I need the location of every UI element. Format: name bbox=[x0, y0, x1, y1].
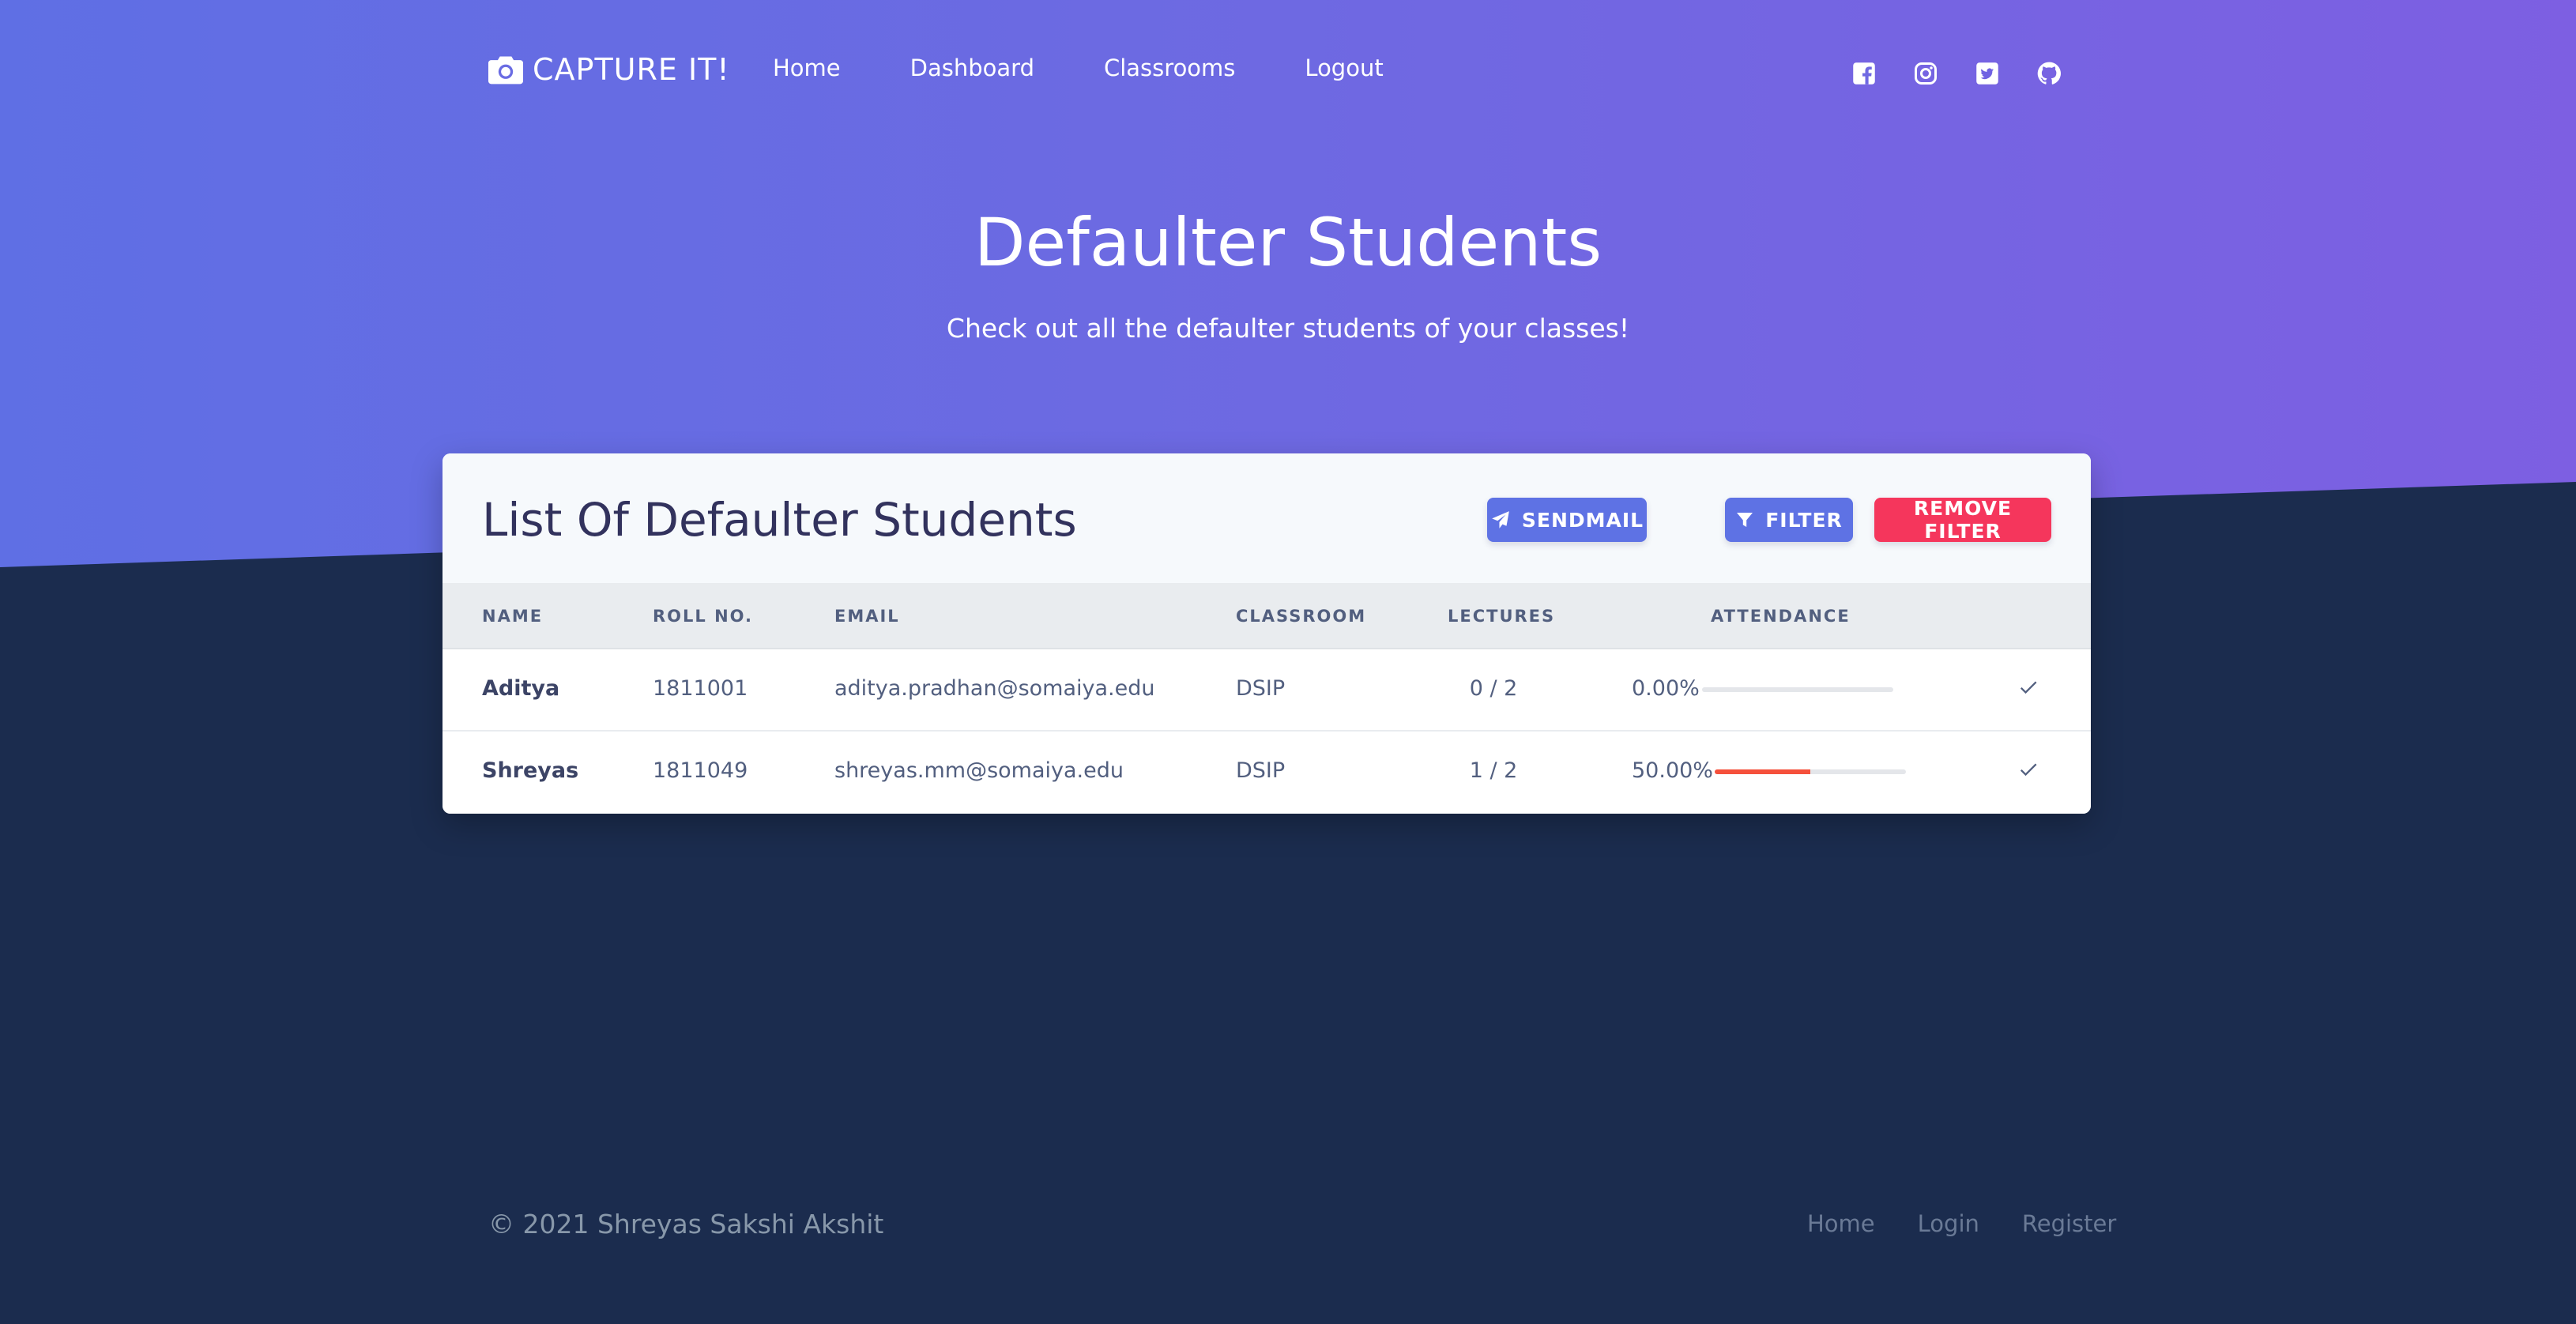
table-header: NAME ROLL NO. EMAIL CLASSROOM LECTURES A… bbox=[443, 585, 2091, 649]
remove-filter-label: REMOVE FILTER bbox=[1913, 497, 2013, 543]
student-email: shreyas.mm@somaiya.edu bbox=[834, 758, 1124, 783]
footer-link-register[interactable]: Register bbox=[2022, 1210, 2116, 1237]
page-subtitle: Check out all the defaulter students of … bbox=[946, 313, 1630, 344]
nav-links: Home Dashboard Classrooms Logout bbox=[773, 51, 1453, 85]
table-row: Shreyas 1811049 shreyas.mm@somaiya.edu D… bbox=[443, 732, 2091, 814]
remove-filter-button[interactable]: REMOVE FILTER bbox=[1874, 497, 2051, 543]
lectures-count: 0 / 2 bbox=[1469, 676, 1518, 701]
nav-logout[interactable]: Logout bbox=[1305, 51, 1383, 85]
check-icon[interactable] bbox=[2017, 676, 2039, 698]
navbar: CAPTURE IT! Home Dashboard Classrooms Lo… bbox=[0, 0, 2576, 142]
filter-button[interactable]: FILTER bbox=[1725, 498, 1853, 542]
defaulters-card: List Of Defaulter Students SENDMAIL FILT… bbox=[443, 453, 2091, 814]
sendmail-label: SENDMAIL bbox=[1521, 508, 1644, 532]
student-email: aditya.pradhan@somaiya.edu bbox=[834, 676, 1155, 701]
sendmail-button[interactable]: SENDMAIL bbox=[1487, 498, 1647, 542]
classroom: DSIP bbox=[1236, 676, 1286, 701]
footer-links: Home Login Register bbox=[1807, 1210, 2116, 1237]
classroom: DSIP bbox=[1236, 758, 1286, 783]
attendance-progress-fill bbox=[1715, 769, 1810, 774]
student-name: Aditya bbox=[482, 676, 560, 701]
footer-link-login[interactable]: Login bbox=[1918, 1210, 1979, 1237]
roll-number: 1811001 bbox=[653, 676, 748, 701]
nav-dashboard[interactable]: Dashboard bbox=[910, 51, 1034, 85]
github-icon[interactable] bbox=[2036, 60, 2062, 87]
paper-plane-icon bbox=[1492, 511, 1509, 528]
filter-label: FILTER bbox=[1765, 508, 1843, 532]
brand-name: CAPTURE IT! bbox=[533, 52, 730, 87]
nav-home[interactable]: Home bbox=[773, 51, 841, 85]
student-name: Shreyas bbox=[482, 758, 579, 783]
attendance-percent: 0.00% bbox=[1632, 676, 1700, 701]
lectures-count: 1 / 2 bbox=[1469, 758, 1518, 783]
check-icon[interactable] bbox=[2017, 758, 2039, 780]
attendance-percent: 50.00% bbox=[1632, 758, 1713, 783]
footer-link-home[interactable]: Home bbox=[1807, 1210, 1875, 1237]
column-header-attendance: ATTENDANCE bbox=[1711, 607, 1851, 626]
camera-icon bbox=[488, 56, 523, 85]
brand-link[interactable]: CAPTURE IT! bbox=[488, 49, 730, 90]
table-row: Aditya 1811001 aditya.pradhan@somaiya.ed… bbox=[443, 649, 2091, 732]
roll-number: 1811049 bbox=[653, 758, 748, 783]
footer-copyright: © 2021 Shreyas Sakshi Akshit bbox=[488, 1209, 884, 1239]
attendance-progress bbox=[1715, 769, 1906, 774]
card-header: List Of Defaulter Students SENDMAIL FILT… bbox=[443, 453, 2091, 585]
nav-classrooms[interactable]: Classrooms bbox=[1104, 51, 1235, 85]
column-header-name: NAME bbox=[482, 607, 544, 626]
column-header-email: EMAIL bbox=[834, 607, 900, 626]
page-title: Defaulter Students bbox=[974, 204, 1602, 281]
page: CAPTURE IT! Home Dashboard Classrooms Lo… bbox=[0, 0, 2576, 1324]
facebook-icon[interactable] bbox=[1851, 60, 1877, 87]
twitter-icon[interactable] bbox=[1974, 60, 2001, 87]
column-header-roll: ROLL NO. bbox=[653, 607, 754, 626]
column-header-classroom: CLASSROOM bbox=[1236, 607, 1367, 626]
filter-icon bbox=[1737, 513, 1753, 527]
column-header-lectures: LECTURES bbox=[1448, 607, 1556, 626]
instagram-icon[interactable] bbox=[1912, 60, 1939, 87]
attendance-progress bbox=[1702, 687, 1893, 692]
card-title: List Of Defaulter Students bbox=[482, 493, 1077, 547]
social-links bbox=[1851, 60, 2062, 87]
